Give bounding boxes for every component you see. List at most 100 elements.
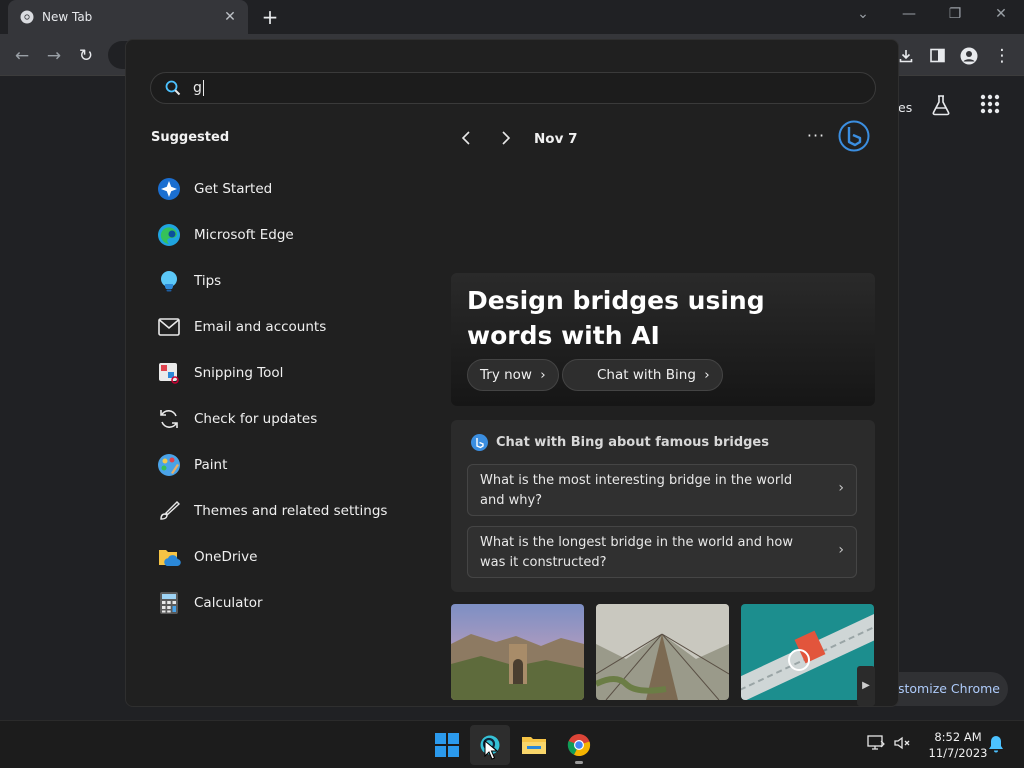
get-started-icon (156, 176, 182, 202)
forward-button[interactable]: → (43, 45, 65, 67)
suggested-item-email-and-accounts[interactable]: Email and accounts (156, 304, 436, 350)
edge-icon (156, 222, 182, 248)
profile-icon (960, 47, 978, 65)
bing-logo-icon (838, 120, 870, 152)
bridge-thumbnail-ronda[interactable] (451, 604, 584, 700)
next-day-button[interactable] (496, 130, 516, 149)
chrome-tab-icon (20, 10, 34, 24)
chrome-menu-button[interactable]: ⋮ (991, 45, 1013, 67)
lightbulb-icon (156, 268, 182, 294)
suggested-item-label: OneDrive (194, 549, 258, 565)
more-options-button[interactable]: ··· (806, 126, 826, 145)
suggested-item-label: Paint (194, 457, 228, 473)
arrow-right-icon: → (46, 46, 62, 66)
monitor-icon (867, 735, 885, 750)
file-explorer-button[interactable] (514, 725, 554, 765)
suggested-item-label: Themes and related settings (194, 503, 388, 519)
thumbnails-next-button[interactable]: ▶ (857, 666, 875, 706)
side-panel-icon (929, 48, 945, 63)
start-search-input[interactable]: g (150, 72, 876, 104)
tab-search-button[interactable]: ⌄ (850, 6, 876, 24)
bell-icon (989, 736, 1003, 753)
brush-icon (156, 498, 182, 524)
suggested-item-paint[interactable]: Paint (156, 442, 436, 488)
chat-question-1[interactable]: What is the most interesting bridge in t… (467, 464, 857, 516)
notifications-button[interactable] (986, 735, 1006, 755)
ntp-link-partial[interactable]: es (898, 100, 912, 115)
try-now-button[interactable]: Try now › (467, 359, 559, 391)
bridge-thumbnail-aerial[interactable] (741, 604, 874, 700)
refresh-icon (156, 406, 182, 432)
suggested-item-label: Tips (194, 273, 222, 289)
arrow-left-icon: ← (14, 46, 30, 66)
chrome-icon (567, 734, 591, 757)
suggested-item-snipping-tool[interactable]: Snipping Tool (156, 350, 436, 396)
maximize-button[interactable]: ❐ (942, 6, 968, 24)
tab-new-tab[interactable]: New Tab ✕ (8, 0, 248, 34)
bing-chat-button[interactable] (838, 120, 870, 152)
chat-question-2[interactable]: What is the longest bridge in the world … (467, 526, 857, 578)
reload-icon: ↻ (78, 46, 94, 66)
suggested-item-tips[interactable]: Tips (156, 258, 436, 304)
minimize-button[interactable]: — (896, 6, 922, 24)
previous-day-button[interactable] (456, 130, 476, 149)
calculator-icon (156, 590, 182, 616)
chevron-right-icon (502, 130, 511, 145)
chevron-right-icon: › (838, 480, 844, 496)
suggested-item-check-for-updates[interactable]: Check for updates (156, 396, 436, 442)
chat-with-bing-label: Chat with Bing (597, 367, 696, 383)
side-panel-button[interactable] (926, 45, 948, 67)
suggested-item-label: Calculator (194, 595, 263, 611)
chat-bridges-card: Chat with Bing about famous bridges What… (451, 420, 875, 592)
reload-button[interactable]: ↻ (75, 45, 97, 67)
suggested-item-microsoft-edge[interactable]: Microsoft Edge (156, 212, 436, 258)
chat-with-bing-button[interactable]: Chat with Bing › (562, 359, 723, 391)
flask-icon (932, 95, 950, 116)
suggested-item-calculator[interactable]: Calculator (156, 580, 436, 626)
suggested-list: Get Started Microsoft Edge Tips Email an… (156, 166, 436, 626)
suggested-item-label: Check for updates (194, 411, 318, 427)
chevron-right-icon: › (838, 542, 844, 558)
suggested-item-themes[interactable]: Themes and related settings (156, 488, 436, 534)
tab-title: New Tab (42, 10, 93, 24)
labs-button[interactable] (930, 94, 952, 120)
close-window-button[interactable]: ✕ (988, 6, 1014, 24)
suggested-item-get-started[interactable]: Get Started (156, 166, 436, 212)
suggested-heading: Suggested (151, 130, 230, 145)
profile-button[interactable] (958, 45, 980, 67)
tab-close-button[interactable]: ✕ (222, 9, 238, 25)
back-button[interactable]: ← (11, 45, 33, 67)
suggested-item-label: Microsoft Edge (194, 227, 294, 243)
new-tab-button[interactable]: + (258, 6, 282, 28)
chat-card-header: Chat with Bing about famous bridges (471, 434, 769, 451)
bridges-hero-card[interactable]: Design bridges using words with AI Try n… (451, 273, 875, 406)
chat-card-title: Chat with Bing about famous bridges (496, 435, 769, 450)
customize-chrome-button[interactable]: stomize Chrome (880, 672, 1008, 706)
chevron-right-icon: › (704, 367, 710, 383)
windows-logo-icon (435, 733, 459, 757)
start-button[interactable] (427, 725, 467, 765)
palette-icon (156, 452, 182, 478)
google-apps-button[interactable] (980, 94, 1000, 118)
suggested-item-onedrive[interactable]: OneDrive (156, 534, 436, 580)
play-right-icon: ▶ (862, 680, 870, 691)
apps-grid-icon (980, 94, 1000, 114)
highlight-date: Nov 7 (534, 131, 578, 147)
volume-tray-button[interactable] (892, 735, 912, 755)
mail-icon (156, 314, 182, 340)
mouse-cursor-icon (484, 740, 498, 760)
snipping-tool-icon (156, 360, 182, 386)
search-icon (165, 80, 181, 96)
chevron-left-icon (461, 130, 470, 145)
bing-logo-icon (471, 434, 488, 451)
browser-tabstrip: New Tab ✕ + ⌄ — ❐ ✕ (0, 0, 1024, 34)
search-highlights-nav: Nov 7 (456, 128, 577, 150)
windows-taskbar: 8:52 AM 11/7/2023 (0, 720, 1024, 768)
network-tray-button[interactable] (866, 735, 886, 755)
chrome-taskbar-button[interactable] (559, 725, 599, 765)
hero-title: Design bridges using words with AI (467, 286, 765, 350)
bridge-thumbnail-rope[interactable] (596, 604, 729, 700)
chat-question-text: What is the most interesting bridge in t… (480, 473, 793, 508)
chat-question-text: What is the longest bridge in the world … (480, 535, 793, 570)
volume-muted-icon (894, 736, 910, 750)
